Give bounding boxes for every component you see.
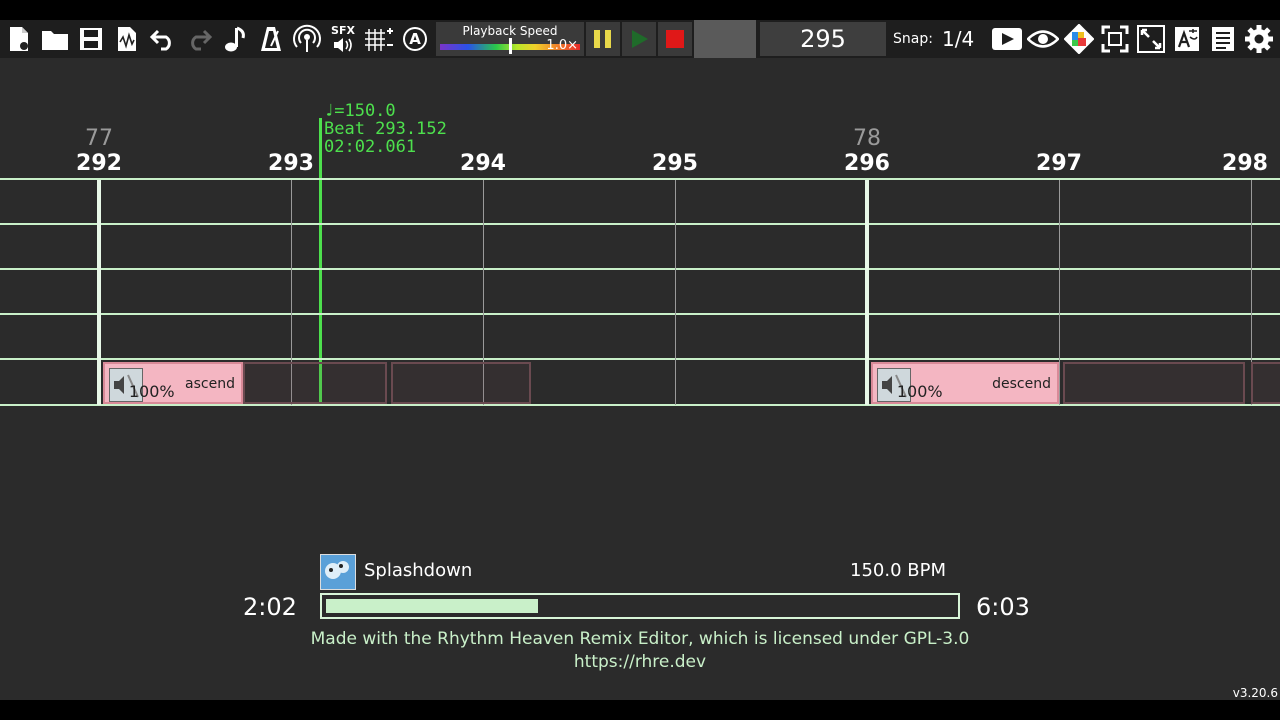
beat-label: 293 [268, 151, 314, 176]
stop-button[interactable] [658, 22, 692, 56]
sfx-label: SFX [331, 24, 355, 37]
credit-line: Made with the Rhythm Heaven Remix Editor… [310, 629, 970, 649]
toolbar-spacer [694, 20, 756, 58]
letterbox-bottom [0, 700, 1280, 720]
info-icon[interactable] [1206, 22, 1240, 56]
settings-icon[interactable] [1242, 22, 1276, 56]
beat-line [675, 180, 676, 405]
cue-block-ghost[interactable] [390, 362, 531, 404]
game-icon [320, 554, 356, 590]
broadcast-icon[interactable] [290, 22, 324, 56]
playback-speed-value: 1.0× [546, 38, 578, 53]
cue-label: descend [992, 376, 1051, 392]
language-icon[interactable] [1170, 22, 1204, 56]
playhead-tempo: ♩=150.0 [324, 101, 396, 121]
track-line-0 [0, 178, 1280, 180]
beat-display: 295 [760, 22, 886, 56]
snap-label: Snap: [893, 31, 933, 47]
cue-volume: 100% [128, 382, 175, 401]
export-audio-icon[interactable] [110, 22, 144, 56]
song-bpm: 150.0 BPM [850, 560, 946, 581]
track-line-1 [0, 223, 1280, 225]
beat-label: 296 [844, 151, 890, 176]
song-progress-fill [326, 599, 538, 613]
cue-block-ghost[interactable] [243, 362, 387, 404]
track-line-5 [0, 404, 1280, 406]
undo-icon[interactable] [146, 22, 180, 56]
autosave-icon[interactable]: A [398, 22, 432, 56]
playhead-beat: Beat 293.152 [324, 119, 447, 139]
beat-label: 297 [1036, 151, 1082, 176]
cue-volume: 100% [896, 382, 943, 401]
pause-button[interactable] [586, 22, 620, 56]
sfx-icon[interactable]: SFX [326, 22, 360, 56]
track-line-2 [0, 268, 1280, 270]
version-label: v3.20.6 [1232, 686, 1278, 700]
cue-label: ascend [185, 376, 235, 392]
new-file-icon[interactable] [2, 22, 36, 56]
playback-speed-slider[interactable]: Playback Speed 1.0× [436, 22, 584, 56]
song-progress-bar[interactable] [320, 593, 960, 619]
snap-selector[interactable]: 1/4 [942, 22, 974, 56]
theme-icon[interactable] [1062, 22, 1096, 56]
track-line-4 [0, 358, 1280, 360]
playhead-info: ♩=150.0 Beat 293.152 02:02.061 [324, 102, 447, 156]
beat-label: 295 [652, 151, 698, 176]
cue-block[interactable]: 100% descend [870, 362, 1059, 404]
music-note-icon[interactable] [218, 22, 252, 56]
credit-url[interactable]: https://rhre.dev [0, 652, 1280, 672]
beat-label: 294 [460, 151, 506, 176]
playback-speed-handle[interactable] [509, 38, 512, 54]
beat-line [1059, 180, 1060, 405]
playback-speed-label: Playback Speed [462, 24, 558, 38]
measure-label: 78 [853, 126, 881, 151]
fullscreen-icon[interactable] [1098, 22, 1132, 56]
letterbox-top [0, 0, 1280, 20]
open-folder-icon[interactable] [38, 22, 72, 56]
grid-icon[interactable] [362, 22, 396, 56]
playhead-time: 02:02.061 [324, 137, 417, 157]
measure-line [865, 180, 869, 405]
cue-block-ghost[interactable] [1251, 362, 1280, 404]
presentation-icon[interactable] [990, 22, 1024, 56]
cue-block-ghost[interactable] [1062, 362, 1246, 404]
total-time: 6:03 [976, 593, 1030, 621]
play-button[interactable] [622, 22, 656, 56]
autosave-label: A [409, 30, 421, 48]
track-line-3 [0, 313, 1280, 315]
redo-icon[interactable] [182, 22, 216, 56]
measure-line [97, 180, 101, 405]
beat-label: 292 [76, 151, 122, 176]
resize-icon[interactable] [1134, 22, 1168, 56]
measure-label: 77 [85, 126, 113, 151]
metronome-icon[interactable] [254, 22, 288, 56]
cue-block[interactable]: 100% ascend [102, 362, 243, 404]
current-time: 2:02 [243, 593, 297, 621]
beat-label: 298 [1222, 151, 1268, 176]
view-icon[interactable] [1026, 22, 1060, 56]
song-title: Splashdown [364, 560, 473, 581]
save-icon[interactable] [74, 22, 108, 56]
